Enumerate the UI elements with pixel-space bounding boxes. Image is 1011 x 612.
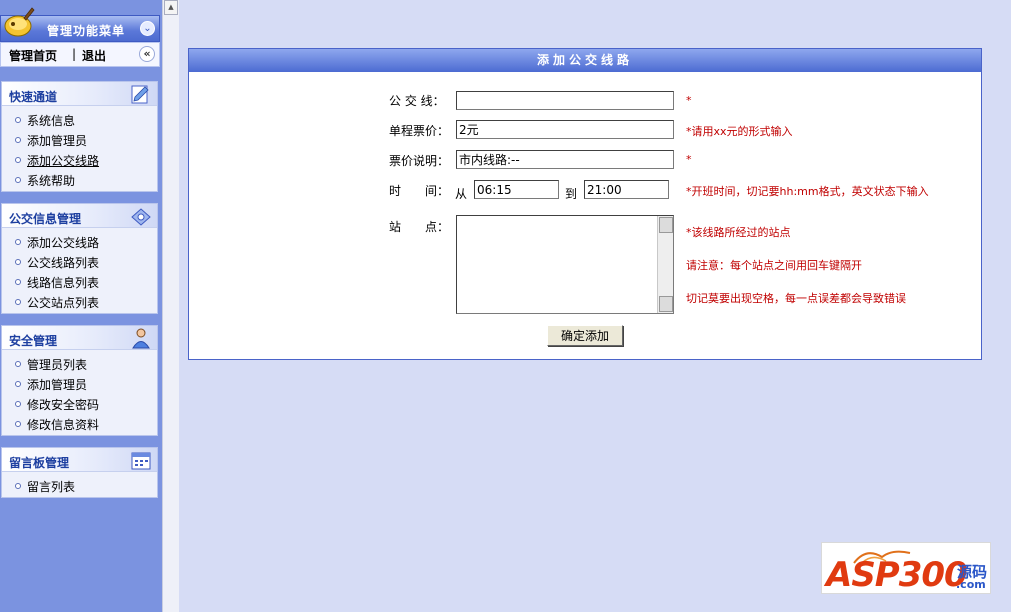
watermark-logo: ASP300 源码 .com [821,542,991,595]
bullet-icon [15,239,21,245]
section-security: 安全管理 管理员列表 添加管理员 修改安全密码 修改信息资料 [1,325,158,436]
link-separator: | [72,47,77,61]
sidebar-item-label: 添加公交线路 [27,154,100,168]
sidebar-item-add-admin[interactable]: 添加管理员 [2,374,157,394]
bullet-icon [15,279,21,285]
fare-desc-required-hint: * [686,153,692,166]
sidebar-item-label: 公交站点列表 [27,296,100,310]
section-title: 快速通道 [9,90,58,104]
fare-desc-label: 票价说明： [389,154,450,168]
time-label: 时 间： [389,184,450,198]
stations-no-space-hint: 切记莫要出现空格，每一点误差都会导致错误 [686,292,906,305]
fare-label: 单程票价： [389,124,450,138]
sidebar: 管理功能菜单 ⌄ 管理首页 | 退出 « 快速通道 系统信息 添加管理员 添加公… [0,0,162,612]
sidebar-item-label: 修改安全密码 [27,398,100,412]
sidebar-item-label: 添加管理员 [27,378,88,392]
sidebar-item-label: 添加管理员 [27,134,88,148]
bullet-icon [15,483,21,489]
edit-note-icon [131,85,149,104]
sidebar-item-edit-profile[interactable]: 修改信息资料 [2,414,157,434]
section-bus-info: 公交信息管理 添加公交线路 公交线路列表 线路信息列表 公交站点列表 [1,203,158,314]
section-title: 留言板管理 [9,456,70,470]
stations-textarea[interactable] [456,215,674,314]
bullet-icon [15,157,21,163]
section-header: 安全管理 [2,326,157,350]
bullet-icon [15,137,21,143]
sidebar-item-route-info-list[interactable]: 线路信息列表 [2,272,157,292]
scroll-up-icon[interactable] [659,217,673,233]
section-header: 留言板管理 [2,448,157,472]
calendar-icon [131,452,151,470]
sidebar-item-admin-list[interactable]: 管理员列表 [2,354,157,374]
sidebar-item-message-list[interactable]: 留言列表 [2,476,157,496]
sidebar-item-label: 线路信息列表 [27,276,100,290]
sidebar-item-add-bus-route[interactable]: 添加公交线路 [2,150,157,170]
route-required-hint: * [686,94,692,107]
stations-scrollbar[interactable] [657,216,673,313]
stations-hint: *该线路所经过的站点 [686,226,791,239]
section-quick-access: 快速通道 系统信息 添加管理员 添加公交线路 系统帮助 [1,81,158,192]
hide-sidebar-icon[interactable]: « [139,46,155,62]
stations-label: 站 点： [389,220,450,234]
sidebar-item-system-info[interactable]: 系统信息 [2,110,157,130]
watermark-domain: .com [956,578,986,591]
logout-link[interactable]: 退出 [82,47,106,64]
bullet-icon [15,117,21,123]
watermark-brand: ASP300 [826,555,968,595]
collapse-menu-icon[interactable]: ⌄ [140,21,155,36]
bullet-icon [15,361,21,367]
sidebar-header: 管理功能菜单 ⌄ [0,7,160,42]
sidebar-item-label: 添加公交线路 [27,236,100,250]
bullet-icon [15,259,21,265]
stations-separator-hint: 请注意：每个站点之间用回车键隔开 [686,259,862,272]
sidebar-title: 管理功能菜单 [47,24,126,38]
sidebar-item-label: 系统帮助 [27,174,76,188]
route-input[interactable] [456,91,674,110]
scroll-up-arrow-icon[interactable]: ▲ [164,0,178,15]
sidebar-item-label: 留言列表 [27,480,76,494]
sidebar-item-label: 管理员列表 [27,358,88,372]
to-label: 到 [565,187,578,201]
bullet-icon [15,421,21,427]
bullet-icon [15,177,21,183]
section-title: 安全管理 [9,334,58,348]
menu-logo-icon [4,7,35,37]
scroll-down-icon[interactable] [659,296,673,312]
route-label: 公 交 线： [389,94,445,108]
sidebar-item-bus-route-list[interactable]: 公交线路列表 [2,252,157,272]
sidebar-item-change-password[interactable]: 修改安全密码 [2,394,157,414]
start-time-input[interactable] [474,180,559,199]
user-icon [132,328,150,349]
bullet-icon [15,299,21,305]
section-header: 公交信息管理 [2,204,157,228]
sidebar-item-add-admin[interactable]: 添加管理员 [2,130,157,150]
fare-input[interactable] [456,120,674,139]
sidebar-item-bus-stop-list[interactable]: 公交站点列表 [2,292,157,312]
section-title: 公交信息管理 [9,212,82,226]
end-time-input[interactable] [584,180,669,199]
sidebar-item-label: 修改信息资料 [27,418,100,432]
fare-desc-input[interactable] [456,150,674,169]
fare-hint: *请用xx元的形式输入 [686,125,793,138]
add-bus-route-form: 添加公交线路 公 交 线： * 单程票价： *请用xx元的形式输入 票价说明： … [188,48,982,360]
bullet-icon [15,401,21,407]
top-links: 管理首页 | 退出 « [0,42,160,67]
sidebar-item-label: 系统信息 [27,114,76,128]
bullet-icon [15,381,21,387]
section-header: 快速通道 [2,82,157,106]
home-link[interactable]: 管理首页 [9,47,57,64]
sidebar-item-system-help[interactable]: 系统帮助 [2,170,157,190]
form-title: 添加公交线路 [189,49,981,72]
from-label: 从 [455,187,468,201]
submit-button[interactable]: 确定添加 [547,325,623,346]
time-format-hint: *开班时间，切记要hh:mm格式，英文状态下输入 [686,185,929,198]
network-icon [131,208,151,226]
section-guestbook: 留言板管理 留言列表 [1,447,158,498]
frame-scrollbar[interactable]: ▲ [162,0,179,612]
sidebar-item-add-bus-route[interactable]: 添加公交线路 [2,232,157,252]
sidebar-item-label: 公交线路列表 [27,256,100,270]
